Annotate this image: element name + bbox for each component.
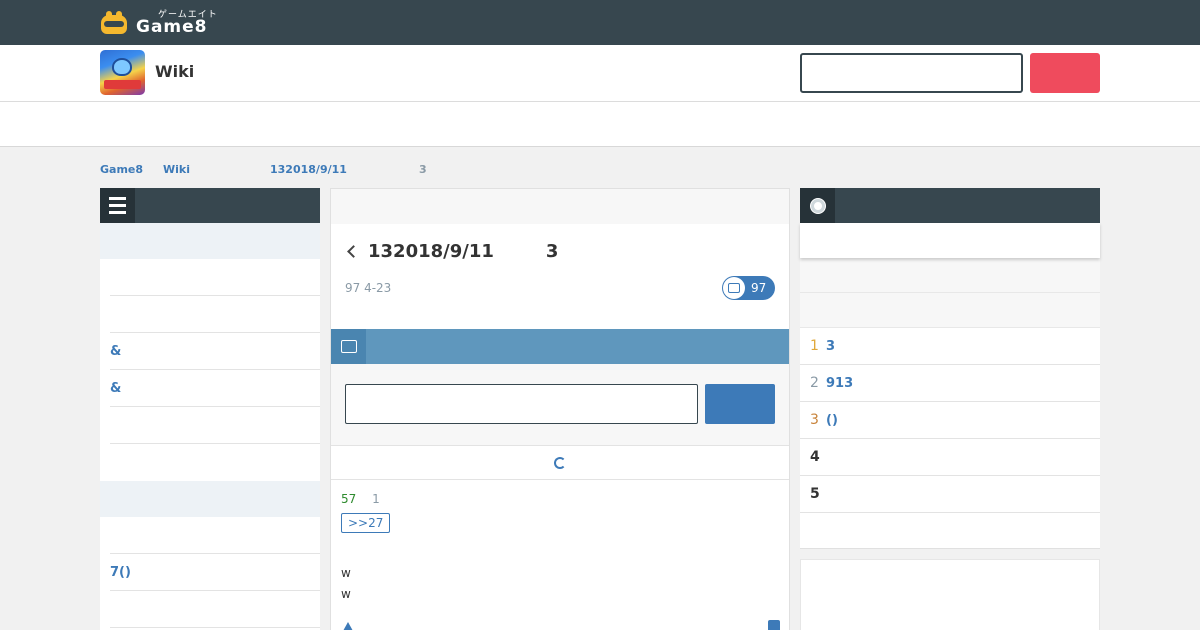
ranking-tabs[interactable] (800, 223, 1100, 258)
game8-logo[interactable]: ゲームエイト Game8 (100, 10, 218, 37)
reply-anchor-link[interactable]: >>27 (341, 513, 391, 533)
sidebar-item[interactable] (110, 407, 320, 444)
search-button[interactable] (1030, 53, 1100, 93)
thumbs-up-icon[interactable] (343, 622, 353, 630)
comment-count-badge[interactable]: 97 (722, 276, 775, 300)
sidebar-item[interactable] (100, 223, 320, 259)
site-header: Wiki (0, 45, 1200, 102)
sidebar-item[interactable] (110, 444, 320, 481)
back-chevron-icon[interactable] (347, 245, 360, 258)
game-icon[interactable] (100, 50, 145, 95)
side-widget (800, 559, 1100, 630)
sidebar-item[interactable]: 7() (110, 554, 320, 591)
sidebar-item[interactable]: & (110, 333, 320, 370)
comment-input[interactable] (345, 384, 698, 424)
sidebar-header (100, 188, 320, 223)
sidebar-item[interactable] (110, 296, 320, 333)
rank-number: 2 (810, 375, 819, 391)
breadcrumb-item[interactable]: 132018/9/11 (270, 163, 347, 176)
logo-name: Game8 (136, 16, 208, 37)
post-form (331, 364, 789, 446)
breadcrumb-item[interactable]: Wiki (163, 163, 190, 176)
ranking-link[interactable]: 3 (826, 339, 835, 354)
sidebar-item[interactable] (110, 517, 320, 554)
comment-line: w (341, 566, 351, 580)
comment-number[interactable]: 57 (341, 492, 356, 506)
ranking-subheader (800, 258, 1100, 293)
ranking-link[interactable]: () (826, 413, 838, 428)
thread-title-text: 132018/9/11 (368, 241, 494, 262)
rank-number: 5 (810, 486, 820, 502)
thread-title-suffix: 3 (545, 241, 559, 262)
medal-icon (800, 188, 835, 223)
ranking-row[interactable]: 4 (800, 439, 1100, 476)
comment-count: 97 (751, 281, 767, 295)
thread-title: 132018/9/11 3 (345, 241, 558, 262)
rank-number: 4 (810, 449, 820, 465)
sidebar-item[interactable]: & (110, 370, 320, 407)
thread-meta: 97 4-23 (345, 281, 392, 295)
post-submit-button[interactable] (705, 384, 775, 424)
rank-number: 1 (810, 338, 819, 354)
top-bar: ゲームエイト Game8 (0, 0, 1200, 45)
ranking-row[interactable]: 1 3 (800, 328, 1100, 365)
comment-item: 57 1 >>27 w w (341, 492, 779, 605)
site-title[interactable]: Wiki (155, 62, 194, 81)
nav-band (0, 102, 1200, 147)
post-section-bar (331, 329, 789, 364)
sidebar-item[interactable] (100, 481, 320, 517)
thread-top-strip (331, 189, 789, 224)
ranking-row[interactable]: 5 (800, 476, 1100, 513)
thread-panel: 132018/9/11 3 97 4-23 97 57 1 >>27 w w (330, 188, 790, 630)
rank-number: 3 (810, 412, 819, 428)
ranking-link[interactable]: 913 (826, 376, 853, 391)
sidebar-item[interactable] (110, 259, 320, 296)
ranking-row[interactable]: 2 913 (800, 365, 1100, 402)
sidebar-item[interactable] (110, 591, 320, 628)
search-input[interactable] (800, 53, 1023, 93)
ranking-row[interactable]: 3 () (800, 402, 1100, 439)
breadcrumb-current: 3 (419, 163, 427, 176)
ranking-header (800, 188, 1100, 223)
speech-bubble-icon (331, 329, 366, 364)
comment-id: 1 (372, 492, 380, 506)
report-icon[interactable] (768, 620, 780, 630)
reload-row (331, 446, 789, 480)
comment-line: w (341, 587, 351, 601)
left-sidebar: & & 7() (100, 188, 320, 630)
ranking-panel: 1 3 2 913 3 () 4 5 (800, 188, 1100, 549)
ranking-subheader (800, 293, 1100, 328)
menu-icon[interactable] (100, 188, 135, 223)
reload-icon[interactable] (554, 456, 566, 469)
breadcrumb-item[interactable]: Game8 (100, 163, 143, 176)
robot-icon (100, 11, 128, 35)
comment-icon (723, 277, 745, 299)
